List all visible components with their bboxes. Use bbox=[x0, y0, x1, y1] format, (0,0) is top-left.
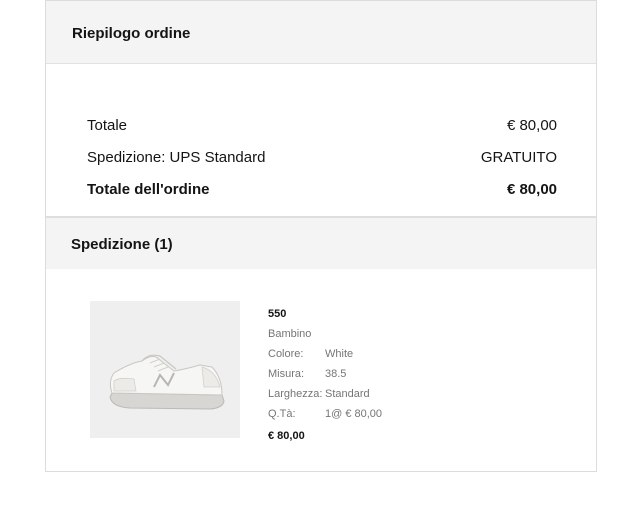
order-summary-title: Riepilogo ordine bbox=[72, 25, 191, 42]
size-value: 38.5 bbox=[325, 368, 347, 380]
order-total-row: Totale dell'ordine € 80,00 bbox=[87, 181, 557, 201]
width-label: Larghezza: bbox=[268, 388, 323, 400]
subtotal-label: Totale bbox=[87, 117, 128, 134]
shipment-title: Spedizione (1) bbox=[71, 236, 173, 253]
shipment-header: Spedizione (1) bbox=[46, 218, 596, 269]
color-value: White bbox=[325, 348, 354, 360]
product-category: Bambino bbox=[268, 328, 312, 340]
width-value: Standard bbox=[325, 388, 370, 400]
quantity-value: 1@ € 80,00 bbox=[325, 408, 383, 420]
sneaker-icon bbox=[109, 354, 225, 410]
product-name[interactable]: 550 bbox=[268, 308, 286, 320]
order-total-value: € 80,00 bbox=[506, 181, 557, 198]
shipping-label: Spedizione: UPS Standard bbox=[87, 149, 266, 166]
subtotal-value: € 80,00 bbox=[506, 117, 557, 134]
product-price: € 80,00 bbox=[268, 430, 305, 442]
size-label: Misura: bbox=[268, 368, 305, 380]
quantity-label: Q.Tà: bbox=[268, 408, 296, 420]
color-label: Colore: bbox=[268, 348, 304, 360]
shipping-value: GRATUITO bbox=[480, 149, 557, 166]
sneaker-image[interactable] bbox=[90, 301, 240, 438]
subtotal-row: Totale € 80,00 bbox=[87, 117, 557, 137]
order-total-label: Totale dell'ordine bbox=[87, 181, 210, 198]
order-summary-header: Riepilogo ordine bbox=[46, 1, 596, 64]
shipping-row: Spedizione: UPS Standard GRATUITO bbox=[87, 149, 557, 169]
order-summary-card: Riepilogo ordine Totale € 80,00 Spedizio… bbox=[45, 0, 597, 472]
